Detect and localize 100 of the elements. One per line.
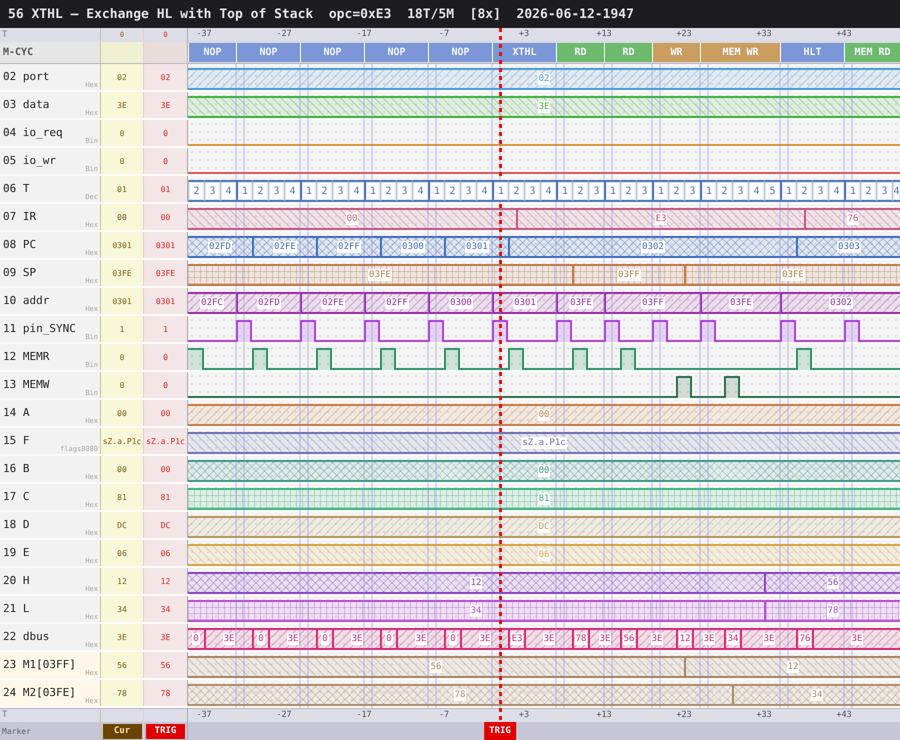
t-state-cell: 1 bbox=[492, 180, 508, 202]
signal-name: 10 addr bbox=[3, 294, 50, 308]
bus-value: 34 bbox=[470, 605, 482, 617]
signal-name: 04 io_req bbox=[3, 126, 63, 140]
machine-cycle: WR bbox=[652, 43, 700, 62]
signal-name: 11 pin_SYNC bbox=[3, 322, 76, 336]
machine-cycle: NOP bbox=[428, 43, 492, 62]
signal-name: 14 A bbox=[3, 406, 30, 420]
trigger-value-cell: 56 bbox=[143, 652, 187, 678]
bus-value: 12 bbox=[470, 577, 482, 589]
t-state-cell: 4 bbox=[892, 180, 900, 202]
t-state-cell: 4 bbox=[412, 180, 428, 202]
t-state-cell: 1 bbox=[428, 180, 444, 202]
axis-tick-label: +23 bbox=[676, 710, 692, 721]
axis-tick-label: +3 bbox=[518, 710, 530, 721]
bus-value: 03FF bbox=[641, 297, 665, 309]
bus-value: 0 bbox=[192, 633, 200, 645]
cursor-value-cell: 0 bbox=[100, 120, 143, 146]
t-state-cell: 4 bbox=[284, 180, 300, 202]
trigger-value-cell: 12 bbox=[143, 568, 187, 594]
bus-value: 56 bbox=[622, 633, 636, 645]
bus-value: 02FD bbox=[208, 241, 232, 253]
axis-tick-label: -7 bbox=[438, 710, 450, 721]
t-state-cell: 2 bbox=[620, 180, 636, 202]
trigger-flag[interactable]: TRIG bbox=[484, 722, 516, 740]
machine-cycle: RD bbox=[604, 43, 652, 62]
trigger-value-cell: sZ.a.P1c bbox=[143, 428, 187, 454]
t-state-cell: 5 bbox=[764, 180, 780, 202]
cursor-value-cell: 81 bbox=[100, 484, 143, 510]
trigger-value-cell: 3E bbox=[143, 624, 187, 650]
t-state-cell: 3 bbox=[588, 180, 604, 202]
signal-name: 08 PC bbox=[3, 238, 36, 252]
t-state-cell: 2 bbox=[316, 180, 332, 202]
bus-value: 56 bbox=[826, 577, 840, 589]
trigger-value-cell: 03FE bbox=[143, 260, 187, 286]
cursor-marker-button[interactable]: Cur bbox=[102, 724, 142, 738]
bus-value: 3E bbox=[762, 633, 776, 645]
bus-value: 3E bbox=[350, 633, 364, 645]
bus-value: 02FC bbox=[200, 297, 224, 309]
axis-tick-label: +3 bbox=[518, 29, 530, 40]
bus-value: 02FF bbox=[385, 297, 409, 309]
cursor-value-cell: sZ.a.P1c bbox=[100, 428, 143, 454]
t-state-cell: 3 bbox=[876, 180, 892, 202]
t-state-cell: 1 bbox=[652, 180, 668, 202]
axis-tick-label: +23 bbox=[676, 29, 692, 40]
t-state-cell: 4 bbox=[748, 180, 764, 202]
t-state-cell: 3 bbox=[636, 180, 652, 202]
bus-value: 76 bbox=[798, 633, 812, 645]
axis-label: T bbox=[2, 710, 8, 721]
t-state-cell: 2 bbox=[188, 180, 204, 202]
axis-tick-label: +13 bbox=[596, 29, 612, 40]
cursor-value-cell: 12 bbox=[100, 568, 143, 594]
axis-tick-label: +33 bbox=[756, 710, 772, 721]
signal-name: 02 port bbox=[3, 70, 50, 84]
bus-value: 02FD bbox=[257, 297, 281, 309]
trigger-value-cell: 0 bbox=[143, 148, 187, 174]
bus-value: 0303 bbox=[837, 241, 861, 253]
axis-tick-label: -37 bbox=[196, 710, 212, 721]
bus-value: 12 bbox=[786, 661, 800, 673]
bus-value: 02FF bbox=[337, 241, 361, 253]
machine-cycle: NOP bbox=[188, 43, 236, 62]
cursor-value-cell: 0 bbox=[100, 148, 143, 174]
cursor-value-cell: 01 bbox=[100, 176, 143, 202]
trigger-value-cell: 00 bbox=[143, 204, 187, 230]
t-state-cell: 3 bbox=[684, 180, 700, 202]
machine-cycle: HLT bbox=[780, 43, 844, 62]
trigger-value-cell: 3E bbox=[143, 92, 187, 118]
t-state-cell: 4 bbox=[476, 180, 492, 202]
t-state-cell: 2 bbox=[796, 180, 812, 202]
bus-value: 78 bbox=[826, 605, 840, 617]
t-state-cell: 3 bbox=[732, 180, 748, 202]
trigger-value-cell: DC bbox=[143, 512, 187, 538]
bus-value: 03FE bbox=[569, 297, 593, 309]
t-state-cell: 2 bbox=[860, 180, 876, 202]
bus-value: 0 bbox=[257, 633, 265, 645]
bus-value: 00 bbox=[346, 213, 358, 225]
cursor-value-cell: 1 bbox=[100, 316, 143, 342]
t-state-cell: 1 bbox=[364, 180, 380, 202]
axis-tick-label: -7 bbox=[438, 29, 450, 40]
trigger-marker-button[interactable]: TRIG bbox=[146, 724, 185, 738]
bus-value: DC bbox=[538, 521, 550, 533]
t-state-cell: 2 bbox=[668, 180, 684, 202]
bus-value: 12 bbox=[678, 633, 692, 645]
bus-value: 56 bbox=[430, 661, 442, 673]
t-state-cell: 2 bbox=[572, 180, 588, 202]
signal-name: 19 E bbox=[3, 546, 30, 560]
signal-name: 22 dbus bbox=[3, 630, 50, 644]
cursor-value-cell: 00 bbox=[100, 400, 143, 426]
machine-cycle: XTHL bbox=[492, 43, 556, 62]
signal-name: 06 T bbox=[3, 182, 30, 196]
t-state-cell: 3 bbox=[204, 180, 220, 202]
trigger-value-cell: 02 bbox=[143, 64, 187, 90]
title-info: 2026-06-12-1947 bbox=[516, 6, 634, 22]
signal-name: 20 H bbox=[3, 574, 30, 588]
machine-cycle: NOP bbox=[300, 43, 364, 62]
title-info: [8x] bbox=[470, 6, 501, 22]
bus-value: E3 bbox=[654, 213, 668, 225]
axis-tick-label: +33 bbox=[756, 29, 772, 40]
trigger-value-cell: 34 bbox=[143, 596, 187, 622]
bus-value: 3E bbox=[850, 633, 864, 645]
